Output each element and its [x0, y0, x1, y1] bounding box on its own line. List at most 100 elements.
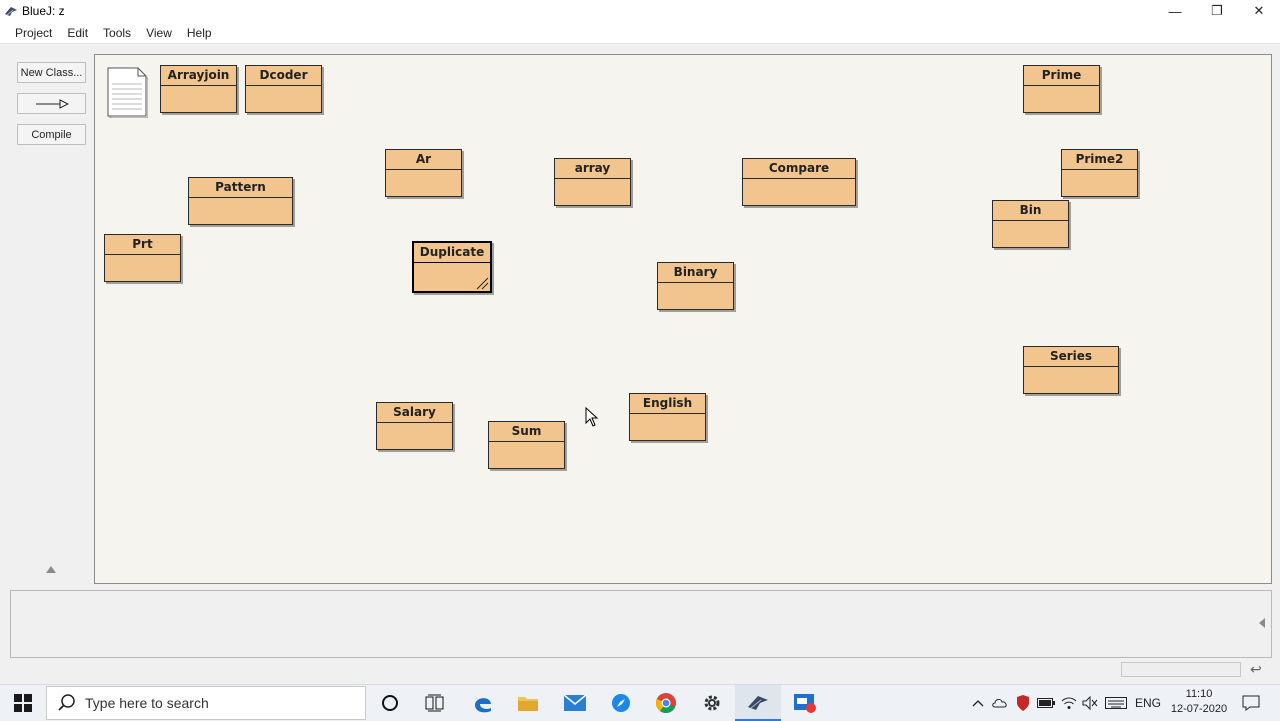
- system-clock[interactable]: 11:10 12-07-2020: [1166, 687, 1232, 719]
- readme-document-icon[interactable]: [106, 66, 148, 118]
- collapse-up-icon[interactable]: [46, 566, 56, 573]
- show-hidden-icons-button[interactable]: [970, 685, 986, 721]
- browser-app-button[interactable]: [598, 685, 644, 721]
- bluej-taskbar-button[interactable]: [735, 685, 781, 721]
- bluej-app-icon: [5, 7, 17, 16]
- class-name: array: [555, 159, 630, 179]
- bluej-icon: [748, 696, 768, 710]
- search-icon: [58, 694, 75, 711]
- cloud-icon: [992, 699, 1007, 708]
- app-window-icon: [794, 694, 816, 713]
- class-box[interactable]: English: [629, 393, 706, 441]
- windows-logo-icon: [14, 694, 32, 712]
- class-box[interactable]: Sum: [488, 421, 565, 469]
- menu-view[interactable]: View: [138, 26, 179, 40]
- class-name: Dcoder: [246, 66, 321, 86]
- wifi-tray[interactable]: [1059, 685, 1079, 721]
- folder-icon: [518, 697, 538, 711]
- class-box[interactable]: Arrayjoin: [160, 65, 237, 113]
- shield-icon: [1017, 695, 1029, 711]
- wifi-icon: [1061, 697, 1077, 709]
- settings-button[interactable]: [689, 685, 735, 721]
- task-view-icon: [425, 694, 444, 712]
- class-box[interactable]: Ar: [385, 149, 462, 197]
- new-class-button[interactable]: New Class...: [17, 62, 86, 83]
- action-center-button[interactable]: [1238, 685, 1264, 721]
- class-box[interactable]: Prt: [104, 234, 181, 282]
- volume-tray[interactable]: [1080, 685, 1100, 721]
- onedrive-tray[interactable]: [990, 685, 1010, 721]
- class-name: Prime2: [1062, 150, 1137, 170]
- new-inheritance-arrow-button[interactable]: [17, 93, 86, 114]
- terminal-output-pane[interactable]: [10, 590, 1272, 658]
- start-button[interactable]: [0, 685, 46, 721]
- resize-handle-icon[interactable]: [475, 276, 489, 290]
- chrome-button[interactable]: [643, 685, 689, 721]
- keyboard-icon: [1105, 697, 1127, 709]
- battery-icon: [1037, 698, 1055, 708]
- class-name: Compare: [743, 159, 855, 179]
- class-box[interactable]: Binary: [657, 262, 734, 310]
- inheritance-arrow-icon: [35, 98, 69, 109]
- class-name: English: [630, 394, 705, 414]
- class-box[interactable]: Salary: [376, 402, 453, 450]
- horizontal-scrollbar[interactable]: [1121, 662, 1241, 677]
- class-name: Ar: [386, 150, 461, 170]
- mouse-cursor-icon: [585, 407, 599, 427]
- class-name: Binary: [658, 263, 733, 283]
- class-name: Prt: [105, 235, 180, 255]
- class-box[interactable]: Pattern: [188, 177, 293, 225]
- expand-left-icon[interactable]: [1259, 618, 1265, 628]
- clock-date: 12-07-2020: [1170, 703, 1228, 715]
- app-taskbar-button[interactable]: [782, 685, 828, 721]
- compile-button[interactable]: Compile: [17, 124, 86, 145]
- vertical-scrollbar[interactable]: [1272, 54, 1280, 584]
- class-name: Prime: [1024, 66, 1099, 86]
- close-button[interactable]: ✕: [1238, 0, 1280, 22]
- class-box[interactable]: Dcoder: [245, 65, 322, 113]
- menu-tools[interactable]: Tools: [95, 26, 138, 40]
- mail-icon: [563, 694, 587, 711]
- class-name: Duplicate: [414, 243, 490, 263]
- class-box[interactable]: Series: [1023, 346, 1119, 394]
- battery-tray[interactable]: [1035, 685, 1057, 721]
- chevron-up-icon: [972, 700, 984, 707]
- menu-bar: Project Edit Tools View Help: [0, 22, 1280, 44]
- class-box-selected[interactable]: Duplicate: [412, 241, 492, 293]
- class-name: Sum: [489, 422, 564, 442]
- class-box[interactable]: Prime2: [1061, 149, 1138, 197]
- edge-browser-button[interactable]: [460, 685, 506, 721]
- window-title: BlueJ: z: [22, 4, 65, 18]
- compass-icon: [612, 694, 630, 712]
- restore-button[interactable]: ❐: [1196, 0, 1238, 22]
- volume-muted-icon: [1082, 696, 1098, 710]
- menu-help[interactable]: Help: [179, 26, 219, 40]
- keyboard-tray[interactable]: [1103, 685, 1129, 721]
- class-box[interactable]: Bin: [992, 200, 1069, 248]
- menu-edit[interactable]: Edit: [59, 26, 95, 40]
- class-name: Pattern: [189, 178, 292, 198]
- minimize-button[interactable]: —: [1154, 0, 1196, 22]
- title-bar: BlueJ: z — ❐ ✕: [0, 0, 1280, 22]
- mail-button[interactable]: [552, 685, 598, 721]
- taskbar-search-box[interactable]: Type here to search: [46, 686, 366, 720]
- wrap-icon[interactable]: ↩: [1250, 662, 1268, 677]
- task-view-button[interactable]: [412, 685, 458, 721]
- search-placeholder: Type here to search: [85, 695, 209, 711]
- menu-project[interactable]: Project: [7, 26, 59, 40]
- notification-icon: [1242, 695, 1260, 711]
- windows-taskbar: Type here to search ENG 11:10 12-07-2020: [0, 684, 1280, 721]
- class-name: Series: [1024, 347, 1118, 367]
- class-box[interactable]: Prime: [1023, 65, 1100, 113]
- language-indicator[interactable]: ENG: [1132, 685, 1164, 721]
- class-diagram-canvas[interactable]: [94, 54, 1272, 584]
- edge-icon: [475, 698, 491, 713]
- class-name: Salary: [377, 403, 452, 423]
- clock-time: 11:10: [1185, 688, 1213, 700]
- antivirus-tray[interactable]: [1013, 685, 1033, 721]
- class-box[interactable]: Compare: [742, 158, 856, 206]
- chrome-icon: [656, 693, 676, 713]
- file-explorer-button[interactable]: [505, 685, 551, 721]
- cortana-button[interactable]: [367, 685, 413, 721]
- class-box[interactable]: array: [554, 158, 631, 206]
